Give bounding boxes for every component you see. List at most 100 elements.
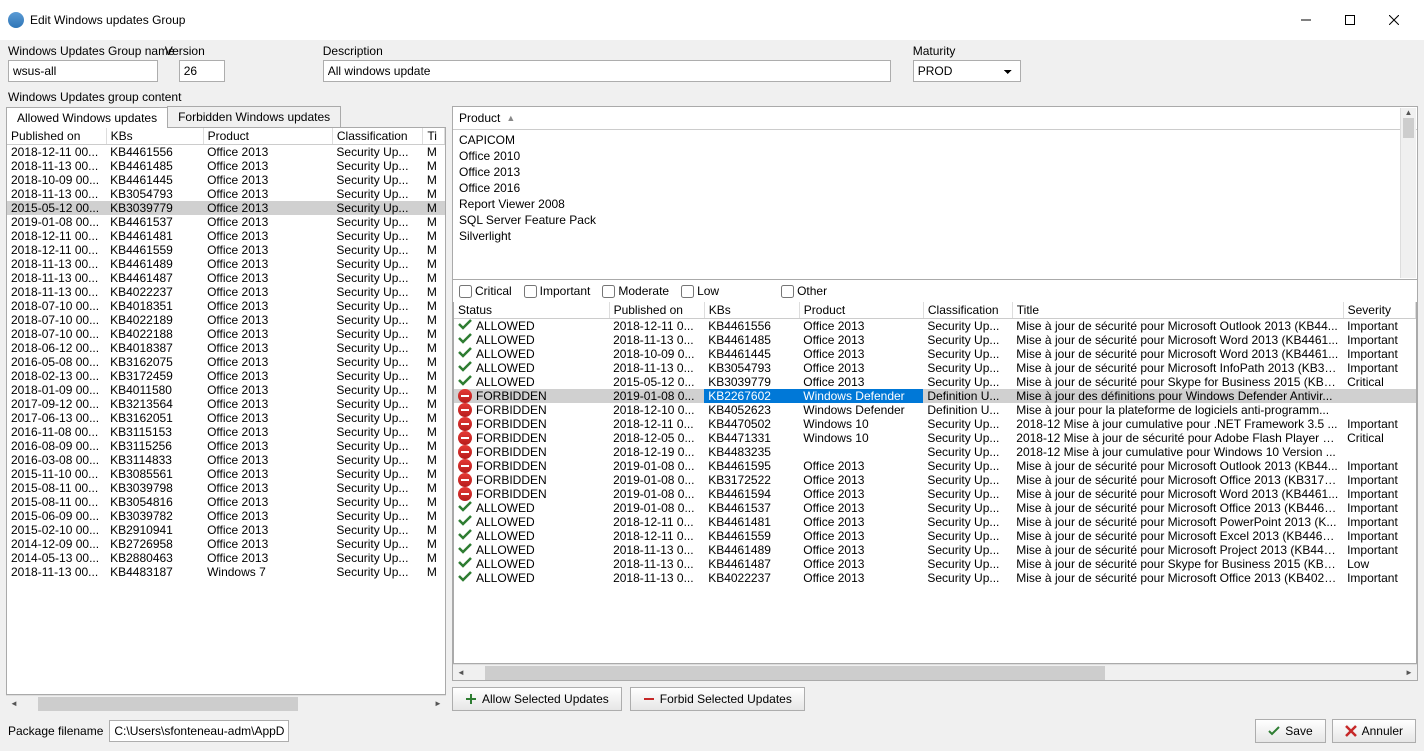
table-row[interactable]: 2015-02-10 00...KB2910941Office 2013Secu… xyxy=(7,523,445,537)
table-row[interactable]: ALLOWED2018-12-11 0...KB4461559Office 20… xyxy=(454,529,1416,543)
table-row[interactable]: 2018-07-10 00...KB4022189Office 2013Secu… xyxy=(7,313,445,327)
cancel-button[interactable]: Annuler xyxy=(1332,719,1416,743)
table-row[interactable]: 2014-12-09 00...KB2726958Office 2013Secu… xyxy=(7,537,445,551)
table-row[interactable]: 2018-11-13 00...KB3054793Office 2013Secu… xyxy=(7,187,445,201)
table-row[interactable]: 2016-08-09 00...KB3115256Office 2013Secu… xyxy=(7,439,445,453)
updates-main-grid[interactable]: StatusPublished onKBsProductClassificati… xyxy=(453,302,1417,664)
allowed-updates-grid[interactable]: Published onKBsProductClassificationTi20… xyxy=(6,128,446,695)
table-row[interactable]: ALLOWED2018-11-13 0...KB4022237Office 20… xyxy=(454,571,1416,585)
table-row[interactable]: FORBIDDEN2019-01-08 0...KB2267602Windows… xyxy=(454,389,1416,403)
product-group-item[interactable]: Report Viewer 2008 xyxy=(459,196,1411,212)
filter-moderate[interactable]: Moderate xyxy=(602,284,669,298)
product-list[interactable]: CAPICOMOffice 2010Office 2013Office 2016… xyxy=(453,130,1417,279)
allow-button[interactable]: Allow Selected Updates xyxy=(452,687,622,711)
filter-important[interactable]: Important xyxy=(524,284,591,298)
close-button[interactable] xyxy=(1372,6,1416,34)
table-row[interactable]: 2018-02-13 00...KB3172459Office 2013Secu… xyxy=(7,369,445,383)
tab-forbidden[interactable]: Forbidden Windows updates xyxy=(167,106,341,127)
table-row[interactable]: FORBIDDEN2018-12-19 0...KB4483235Securit… xyxy=(454,445,1416,459)
left-horizontal-scrollbar[interactable] xyxy=(6,695,446,711)
column-header[interactable]: Classification xyxy=(923,302,1012,319)
table-row[interactable]: ALLOWED2015-05-12 0...KB3039779Office 20… xyxy=(454,375,1416,389)
column-header[interactable]: Product xyxy=(203,128,332,145)
column-header[interactable]: Ti xyxy=(423,128,445,145)
right-horizontal-scrollbar[interactable] xyxy=(453,664,1417,680)
table-row[interactable]: 2018-01-09 00...KB4011580Office 2013Secu… xyxy=(7,383,445,397)
product-group-item[interactable]: Silverlight xyxy=(459,228,1411,244)
table-row[interactable]: 2016-05-08 00...KB3162075Office 2013Secu… xyxy=(7,355,445,369)
plus-icon xyxy=(465,693,477,705)
table-row[interactable]: ALLOWED2018-11-13 0...KB4461485Office 20… xyxy=(454,333,1416,347)
table-row[interactable]: 2018-11-13 00...KB4022237Office 2013Secu… xyxy=(7,285,445,299)
product-group-item[interactable]: CAPICOM xyxy=(459,132,1411,148)
maturity-select[interactable]: PROD xyxy=(913,60,1021,82)
table-row[interactable]: ALLOWED2018-10-09 0...KB4461445Office 20… xyxy=(454,347,1416,361)
column-header[interactable]: Severity xyxy=(1343,302,1415,319)
check-icon xyxy=(458,515,472,529)
table-row[interactable]: 2017-09-12 00...KB3213564Office 2013Secu… xyxy=(7,397,445,411)
product-header-label[interactable]: Product xyxy=(459,111,500,125)
forbid-button[interactable]: Forbid Selected Updates xyxy=(630,687,805,711)
table-row[interactable]: FORBIDDEN2018-12-10 0...KB4052623Windows… xyxy=(454,403,1416,417)
table-row[interactable]: 2014-05-13 00...KB2880463Office 2013Secu… xyxy=(7,551,445,565)
table-row[interactable]: 2016-11-08 00...KB3115153Office 2013Secu… xyxy=(7,425,445,439)
version-input[interactable] xyxy=(179,60,225,82)
table-row[interactable]: 2015-08-11 00...KB3054816Office 2013Secu… xyxy=(7,495,445,509)
filename-input[interactable] xyxy=(109,720,289,742)
check-icon xyxy=(458,543,472,557)
description-input[interactable] xyxy=(323,60,891,82)
table-row[interactable]: FORBIDDEN2018-12-05 0...KB4471331Windows… xyxy=(454,431,1416,445)
product-group-item[interactable]: Office 2013 xyxy=(459,164,1411,180)
table-row[interactable]: 2019-01-08 00...KB4461537Office 2013Secu… xyxy=(7,215,445,229)
column-header[interactable]: KBs xyxy=(106,128,203,145)
product-vertical-scrollbar[interactable]: ▲ xyxy=(1400,108,1416,278)
table-row[interactable]: FORBIDDEN2018-12-11 0...KB4470502Windows… xyxy=(454,417,1416,431)
table-row[interactable]: 2016-03-08 00...KB3114833Office 2013Secu… xyxy=(7,453,445,467)
table-row[interactable]: 2015-08-11 00...KB3039798Office 2013Secu… xyxy=(7,481,445,495)
table-row[interactable]: 2018-10-09 00...KB4461445Office 2013Secu… xyxy=(7,173,445,187)
table-row[interactable]: 2015-05-12 00...KB3039779Office 2013Secu… xyxy=(7,201,445,215)
column-header[interactable]: Status xyxy=(454,302,609,319)
filter-critical[interactable]: Critical xyxy=(459,284,512,298)
forbidden-icon xyxy=(458,417,472,431)
product-group-item[interactable]: Office 2016 xyxy=(459,180,1411,196)
column-header[interactable]: Published on xyxy=(609,302,704,319)
table-row[interactable]: 2018-12-11 00...KB4461556Office 2013Secu… xyxy=(7,145,445,160)
table-row[interactable]: 2015-11-10 00...KB3085561Office 2013Secu… xyxy=(7,467,445,481)
column-header[interactable]: KBs xyxy=(704,302,799,319)
table-row[interactable]: 2018-06-12 00...KB4018387Office 2013Secu… xyxy=(7,341,445,355)
table-row[interactable]: 2018-11-13 00...KB4461485Office 2013Secu… xyxy=(7,159,445,173)
table-row[interactable]: ALLOWED2018-12-11 0...KB4461556Office 20… xyxy=(454,319,1416,334)
column-header[interactable]: Published on xyxy=(7,128,106,145)
table-row[interactable]: 2018-07-10 00...KB4022188Office 2013Secu… xyxy=(7,327,445,341)
table-row[interactable]: FORBIDDEN2019-01-08 0...KB4461594Office … xyxy=(454,487,1416,501)
product-group-item[interactable]: SQL Server Feature Pack xyxy=(459,212,1411,228)
table-row[interactable]: 2015-06-09 00...KB3039782Office 2013Secu… xyxy=(7,509,445,523)
table-row[interactable]: 2018-12-11 00...KB4461481Office 2013Secu… xyxy=(7,229,445,243)
table-row[interactable]: ALLOWED2019-01-08 0...KB4461537Office 20… xyxy=(454,501,1416,515)
table-row[interactable]: 2018-11-13 00...KB4461487Office 2013Secu… xyxy=(7,271,445,285)
save-button[interactable]: Save xyxy=(1255,719,1325,743)
filter-low[interactable]: Low xyxy=(681,284,719,298)
table-row[interactable]: 2018-11-13 00...KB4461489Office 2013Secu… xyxy=(7,257,445,271)
column-header[interactable]: Classification xyxy=(332,128,423,145)
product-group-panel: Product ▲ CAPICOMOffice 2010Office 2013O… xyxy=(452,106,1418,280)
column-header[interactable]: Title xyxy=(1012,302,1343,319)
table-row[interactable]: 2017-06-13 00...KB3162051Office 2013Secu… xyxy=(7,411,445,425)
table-row[interactable]: ALLOWED2018-11-13 0...KB3054793Office 20… xyxy=(454,361,1416,375)
table-row[interactable]: 2018-11-13 00...KB4483187Windows 7Securi… xyxy=(7,565,445,579)
table-row[interactable]: ALLOWED2018-11-13 0...KB4461487Office 20… xyxy=(454,557,1416,571)
table-row[interactable]: 2018-12-11 00...KB4461559Office 2013Secu… xyxy=(7,243,445,257)
maximize-button[interactable] xyxy=(1328,6,1372,34)
table-row[interactable]: ALLOWED2018-12-11 0...KB4461481Office 20… xyxy=(454,515,1416,529)
table-row[interactable]: 2018-07-10 00...KB4018351Office 2013Secu… xyxy=(7,299,445,313)
table-row[interactable]: ALLOWED2018-11-13 0...KB4461489Office 20… xyxy=(454,543,1416,557)
column-header[interactable]: Product xyxy=(799,302,923,319)
filter-other[interactable]: Other xyxy=(781,284,827,298)
table-row[interactable]: FORBIDDEN2019-01-08 0...KB4461595Office … xyxy=(454,459,1416,473)
product-group-item[interactable]: Office 2010 xyxy=(459,148,1411,164)
minimize-button[interactable] xyxy=(1284,6,1328,34)
name-input[interactable] xyxy=(8,60,158,82)
table-row[interactable]: FORBIDDEN2019-01-08 0...KB3172522Office … xyxy=(454,473,1416,487)
tab-allowed[interactable]: Allowed Windows updates xyxy=(6,107,168,128)
